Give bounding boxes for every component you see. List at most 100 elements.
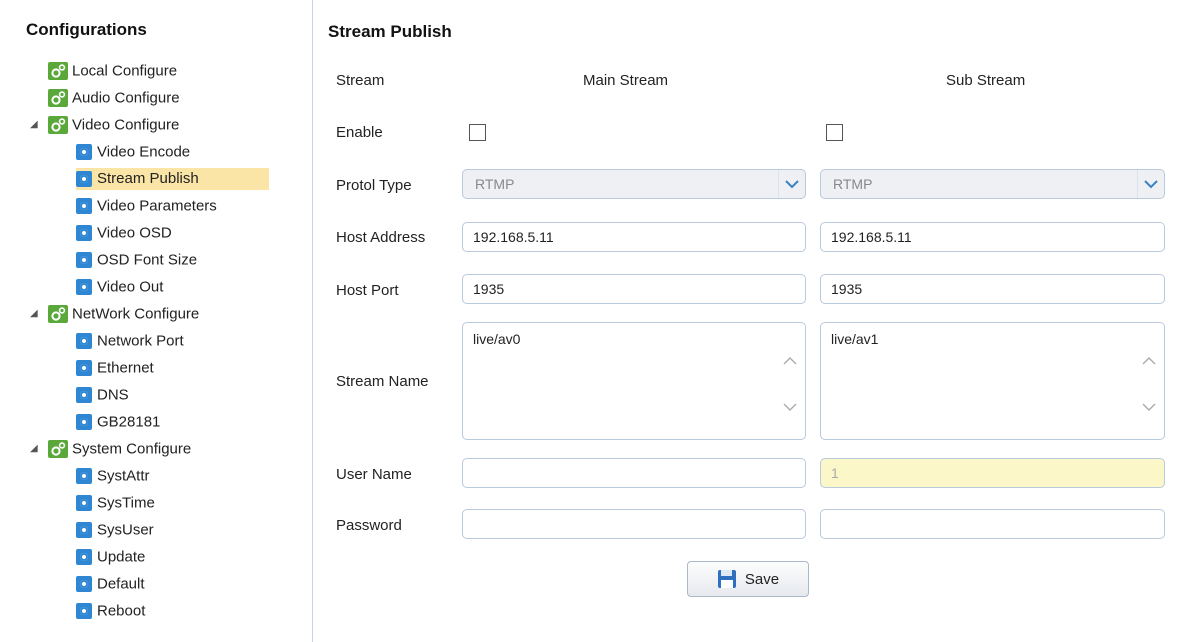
sidebar-item-label: Video Encode	[97, 143, 191, 161]
user-name-label: User Name	[336, 466, 412, 483]
settings-icon	[76, 198, 92, 215]
host-address-label: Host Address	[336, 229, 426, 246]
collapse-triangle-icon[interactable]: ◢	[30, 435, 38, 462]
main-stream-user-name-input[interactable]	[462, 458, 806, 488]
sidebar-item-video-configure[interactable]: ◢ Video Configure	[0, 111, 312, 138]
sub-stream-host-port-input[interactable]: 1935	[820, 274, 1165, 304]
scroll-down-icon[interactable]	[783, 399, 797, 411]
chevron-down-icon[interactable]	[1137, 170, 1164, 198]
sidebar-item-label: Stream Publish	[97, 170, 199, 188]
floppy-disk-icon	[717, 570, 736, 588]
settings-icon	[76, 576, 92, 593]
sidebar-item-label: DNS	[97, 386, 129, 404]
sidebar-item-ethernet[interactable]: Ethernet	[0, 354, 312, 381]
sidebar-item-audio-configure[interactable]: Audio Configure	[0, 84, 312, 111]
sidebar-item-systattr[interactable]: SystAttr	[0, 462, 312, 489]
password-label: Password	[336, 517, 402, 534]
save-button-label: Save	[744, 570, 780, 588]
sidebar-item-label: Video Parameters	[97, 197, 217, 215]
protocol-type-label: Protol Type	[336, 177, 412, 194]
sidebar-item-system-configure[interactable]: ◢ System Configure	[0, 435, 312, 462]
enable-label: Enable	[336, 124, 383, 141]
sub-stream-name-value: live/av1	[831, 331, 879, 347]
stream-label: Stream	[336, 72, 385, 89]
sidebar-item-label: Local Configure	[72, 62, 178, 80]
sub-stream-protocol-select[interactable]: RTMP	[820, 169, 1165, 199]
sidebar-item-label: SysUser	[97, 521, 154, 539]
settings-icon	[76, 252, 92, 269]
sidebar-item-label: Video OSD	[97, 224, 172, 242]
sidebar-item-label: Network Port	[97, 332, 184, 350]
settings-icon	[76, 468, 92, 485]
sidebar-item-sysuser[interactable]: SysUser	[0, 516, 312, 543]
sidebar-item-default[interactable]: Default	[0, 570, 312, 597]
sidebar-item-reboot[interactable]: Reboot	[0, 597, 312, 624]
sidebar-item-label: Ethernet	[97, 359, 154, 377]
settings-icon	[76, 144, 92, 161]
settings-icon	[76, 522, 92, 539]
sidebar-item-label: Update	[97, 548, 146, 566]
settings-icon	[76, 225, 92, 242]
settings-icon	[76, 171, 92, 188]
sub-stream-enable-checkbox[interactable]	[826, 124, 843, 141]
selection-highlight: Stream Publish	[76, 168, 269, 190]
settings-icon	[76, 414, 92, 431]
settings-icon	[76, 387, 92, 404]
sidebar-item-dns[interactable]: DNS	[0, 381, 312, 408]
sidebar-item-label: Default	[97, 575, 145, 593]
main-stream-name-textarea[interactable]: live/av0	[462, 322, 806, 440]
stream-publish-panel: Stream Publish Stream Main Stream Sub St…	[313, 0, 1192, 642]
scroll-up-icon[interactable]	[783, 353, 797, 365]
host-port-label: Host Port	[336, 282, 399, 299]
sidebar-item-label: SystAttr	[97, 467, 150, 485]
collapse-triangle-icon[interactable]: ◢	[30, 111, 38, 138]
sidebar-item-stream-publish[interactable]: Stream Publish	[0, 165, 312, 192]
settings-icon	[76, 603, 92, 620]
main-stream-header: Main Stream	[583, 72, 669, 89]
sidebar-item-video-out[interactable]: Video Out	[0, 273, 312, 300]
sidebar-item-network-configure[interactable]: ◢ NetWork Configure	[0, 300, 312, 327]
main-stream-name-value: live/av0	[473, 331, 521, 347]
sub-stream-password-input[interactable]	[820, 509, 1165, 539]
sub-stream-protocol-value: RTMP	[833, 176, 873, 192]
sidebar-item-network-port[interactable]: Network Port	[0, 327, 312, 354]
save-button[interactable]: Save	[687, 561, 809, 597]
settings-icon	[76, 549, 92, 566]
main-stream-protocol-value: RTMP	[475, 176, 515, 192]
scroll-up-icon[interactable]	[1142, 353, 1156, 365]
sidebar-item-label: Video Configure	[72, 116, 180, 134]
sidebar-item-video-osd[interactable]: Video OSD	[0, 219, 312, 246]
sidebar-item-osd-font-size[interactable]: OSD Font Size	[0, 246, 312, 273]
sidebar-item-label: System Configure	[72, 440, 192, 458]
main-stream-password-input[interactable]	[462, 509, 806, 539]
sidebar-item-local-configure[interactable]: Local Configure	[0, 57, 312, 84]
sidebar-item-label: Reboot	[97, 602, 146, 620]
sub-stream-name-textarea[interactable]: live/av1	[820, 322, 1165, 440]
main-stream-protocol-select[interactable]: RTMP	[462, 169, 806, 199]
sub-stream-host-address-input[interactable]: 192.168.5.11	[820, 222, 1165, 252]
scroll-down-icon[interactable]	[1142, 399, 1156, 411]
sidebar-item-video-encode[interactable]: Video Encode	[0, 138, 312, 165]
sidebar: Configurations Local Configure Audio Con…	[0, 0, 313, 642]
sub-stream-header: Sub Stream	[946, 72, 1026, 89]
main-stream-enable-checkbox[interactable]	[469, 124, 486, 141]
config-tree: Local Configure Audio Configure ◢ Video …	[0, 57, 312, 624]
sidebar-item-video-parameters[interactable]: Video Parameters	[0, 192, 312, 219]
sidebar-item-label: NetWork Configure	[72, 305, 200, 323]
sidebar-item-label: Audio Configure	[72, 89, 180, 107]
settings-icon	[76, 333, 92, 350]
stream-name-label: Stream Name	[336, 373, 429, 390]
settings-icon	[76, 495, 92, 512]
sidebar-item-update[interactable]: Update	[0, 543, 312, 570]
sidebar-item-systime[interactable]: SysTime	[0, 489, 312, 516]
chevron-down-icon[interactable]	[778, 170, 805, 198]
sidebar-title: Configurations	[26, 20, 147, 39]
gears-icon	[48, 440, 68, 459]
sidebar-item-label: Video Out	[97, 278, 164, 296]
sub-stream-user-name-input[interactable]: 1	[820, 458, 1165, 488]
sidebar-item-label: GB28181	[97, 413, 161, 431]
sidebar-item-gb28181[interactable]: GB28181	[0, 408, 312, 435]
collapse-triangle-icon[interactable]: ◢	[30, 300, 38, 327]
main-stream-host-address-input[interactable]: 192.168.5.11	[462, 222, 806, 252]
main-stream-host-port-input[interactable]: 1935	[462, 274, 806, 304]
